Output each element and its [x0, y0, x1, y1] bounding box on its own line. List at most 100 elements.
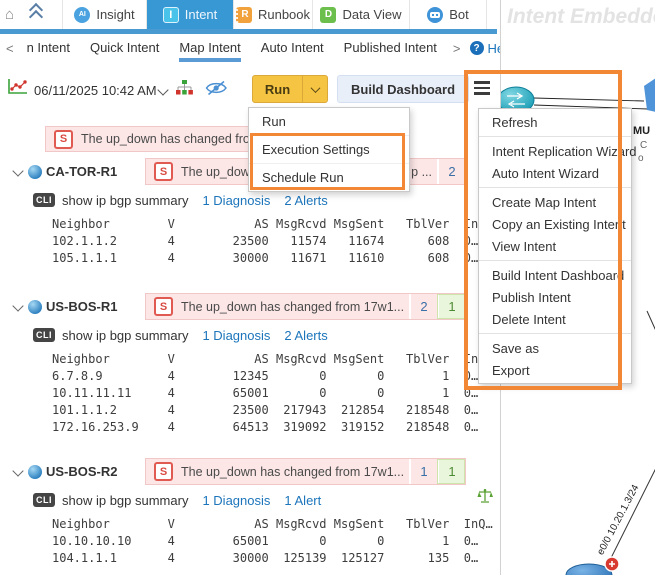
context-menu-item-view-intent[interactable]: View Intent [479, 235, 631, 257]
cut-device-icon [644, 78, 655, 112]
context-menu-item-auto-intent-wizard[interactable]: Auto Intent Wizard [479, 162, 631, 184]
map-label-fragment: C [640, 140, 648, 151]
main-tab-insight[interactable]: AI Insight [62, 0, 146, 29]
alert-count-badge[interactable]: 1 [409, 459, 437, 484]
context-menu-item-intent-replication-wizard[interactable]: Intent Replication Wizard [479, 140, 637, 162]
cli-command-row: CLI show ip bgp summary 1 Diagnosis 2 Alert… [33, 325, 500, 345]
home-icon[interactable]: ⌂ [5, 0, 14, 29]
main-tab-label: Data View [342, 7, 402, 22]
timestamp-caret-icon[interactable] [157, 84, 169, 96]
main-tab-bar: ⌂ AI Insight I Intent R Runbook D Data View Bot [0, 0, 500, 29]
run-menu-item-run[interactable]: Run [249, 108, 409, 135]
cli-command-row: CLI show ip bgp summary 1 Diagnosis 2 Alert… [33, 190, 500, 210]
link-2-alerts[interactable]: 2 Alerts [284, 328, 327, 343]
compare-scales-icon[interactable] [477, 488, 493, 509]
link-1-alert[interactable]: 1 Alert [284, 493, 321, 508]
severity-s-icon: S [54, 129, 73, 149]
run-button-label: Run [264, 81, 291, 97]
bot-icon [427, 6, 444, 23]
device-name[interactable]: US-BOS-R1 [46, 299, 118, 314]
run-dropdown-caret[interactable] [303, 82, 327, 93]
device-globe-icon [28, 165, 42, 179]
main-tab-label: Insight [96, 7, 135, 22]
cli-badge: CLI [33, 328, 55, 342]
ok-count-badge[interactable]: 1 [437, 294, 465, 319]
collapse-chevrons-icon[interactable] [28, 2, 44, 24]
main-tab-label: Runbook [257, 7, 311, 22]
dataview-icon: D [320, 6, 337, 23]
device-section-us-bos-r2: US-BOS-R2 S The up_down has changed from 1… [0, 458, 500, 567]
menu-separator [479, 333, 631, 334]
main-tab-label: Bot [449, 7, 469, 22]
build-dashboard-button[interactable]: Build Dashboard [337, 75, 470, 103]
context-menu-item-build-intent-dashboard[interactable]: Build Intent Dashboard [479, 264, 631, 286]
menu-separator [479, 136, 631, 137]
bgp-summary-table: Neighbor V AS MsgRcvd MsgSent TblVer InQ… [52, 217, 493, 265]
cli-badge: CLI [33, 493, 55, 507]
sub-tab-n-intent[interactable]: n Intent [27, 34, 70, 62]
menu-separator [479, 187, 631, 188]
context-menu-item-save-as[interactable]: Save as [479, 337, 631, 359]
device-globe-icon [28, 300, 42, 314]
context-menu-item-publish-intent[interactable]: Publish Intent [479, 286, 631, 308]
context-menu-item-refresh[interactable]: Refresh [479, 111, 631, 133]
next-tabs-arrow[interactable]: > [453, 41, 461, 56]
run-menu-item-schedule-run[interactable]: Schedule Run [249, 163, 409, 191]
severity-s-icon: S [154, 162, 173, 181]
context-menu-item-copy-an-existing-intent[interactable]: Copy an Existing Intent [479, 213, 631, 235]
help-icon: ? [469, 41, 484, 55]
prev-tabs-arrow[interactable]: < [6, 41, 14, 56]
severity-s-icon: S [154, 462, 173, 481]
hamburger-menu-button[interactable] [472, 78, 494, 98]
chevron-down-icon[interactable] [12, 300, 24, 312]
context-menu-item-create-map-intent[interactable]: Create Map Intent [479, 191, 631, 213]
map-label-fragment: o [638, 153, 644, 164]
main-tab-runbook[interactable]: R Runbook [233, 0, 312, 29]
device-header: US-BOS-R1 S The up_down has changed from 1… [0, 293, 500, 321]
ok-count-badge[interactable]: 1 [437, 459, 465, 484]
link-1-diagnosis[interactable]: 1 Diagnosis [202, 328, 270, 343]
device-alert-bar: S The up_down has changed from 17w1... 1 1 [145, 458, 466, 485]
map-device-label: MU [633, 125, 651, 137]
device-header: US-BOS-R2 S The up_down has changed from 1… [0, 458, 500, 486]
context-menu-item-delete-intent[interactable]: Delete Intent [479, 308, 631, 330]
run-button[interactable]: Run [252, 75, 328, 103]
sub-tab-published-intent[interactable]: Published Intent [344, 34, 437, 62]
bgp-summary-table: Neighbor V AS MsgRcvd MsgSent TblVer InQ… [52, 352, 493, 434]
device-name[interactable]: US-BOS-R2 [46, 464, 118, 479]
insight-ai-icon: AI [74, 6, 91, 23]
hide-eye-icon[interactable] [205, 80, 228, 96]
cli-command[interactable]: show ip bgp summary [62, 328, 188, 343]
snapshot-timestamp[interactable]: 06/11/2025 10:42 AM [34, 83, 157, 98]
main-tab-bot[interactable]: Bot [409, 0, 487, 29]
alert-count-badge[interactable]: 2 [409, 294, 437, 319]
link-1-diagnosis[interactable]: 1 Diagnosis [202, 193, 270, 208]
cli-command[interactable]: show ip bgp summary [62, 493, 188, 508]
tab-bar-controls: ⌂ [0, 0, 62, 29]
sub-tab-bar: < n Intent Quick Intent Map Intent Auto Int… [0, 34, 514, 63]
sub-tab-quick-intent[interactable]: Quick Intent [90, 34, 159, 62]
chevron-down-icon[interactable] [12, 165, 24, 177]
cli-command[interactable]: show ip bgp summary [62, 193, 188, 208]
context-menu-item-export[interactable]: Export [479, 359, 631, 381]
sub-tab-map-intent[interactable]: Map Intent [179, 34, 241, 62]
run-menu-item-execution-settings[interactable]: Execution Settings [249, 135, 409, 163]
sub-tab-auto-intent[interactable]: Auto Intent [261, 34, 324, 62]
chart-icon[interactable] [6, 77, 30, 97]
alert-count-badge[interactable]: 2 [437, 159, 465, 184]
hierarchy-tree-icon[interactable] [175, 79, 193, 97]
main-tab-intent[interactable]: I Intent [146, 0, 233, 29]
intent-icon: I [162, 6, 179, 23]
cli-command-row: CLI show ip bgp summary 1 Diagnosis 1 Alert [33, 488, 500, 510]
cli-badge: CLI [33, 193, 55, 207]
chevron-down-icon[interactable] [12, 465, 24, 477]
alert-text-fragment: p ... [411, 164, 432, 179]
alert-text: The up_down has changed from 17w1... [181, 299, 405, 314]
device-alert-bar: S The up_down has changed from 17w1... 2 1 [145, 293, 466, 320]
runbook-icon: R [235, 6, 252, 23]
device-name[interactable]: CA-TOR-R1 [46, 164, 117, 179]
main-tab-data-view[interactable]: D Data View [312, 0, 409, 29]
link-1-diagnosis[interactable]: 1 Diagnosis [202, 493, 270, 508]
link-2-alerts[interactable]: 2 Alerts [284, 193, 327, 208]
menu-separator [479, 260, 631, 261]
